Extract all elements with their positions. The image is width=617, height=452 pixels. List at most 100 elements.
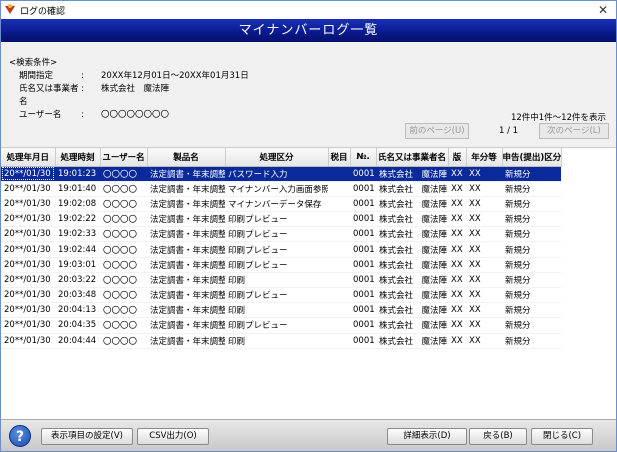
detail-view-button[interactable]: 詳細表示(D) bbox=[387, 428, 467, 445]
close-icon[interactable]: ✕ bbox=[598, 3, 608, 17]
criteria-row: 氏名又は事業者名: 株式会社 魔法陣 bbox=[9, 83, 249, 109]
column-header[interactable]: 氏名又は事業者名 bbox=[376, 148, 449, 167]
table-cell: 19:02:33 bbox=[55, 226, 100, 243]
close-button[interactable]: 閉じる(C) bbox=[531, 428, 593, 445]
table-cell: 法定調書・年末調整 bbox=[147, 196, 225, 213]
table-cell: 19:03:01 bbox=[55, 257, 100, 273]
table-cell: 株式会社 魔法陣 bbox=[376, 166, 448, 182]
table-cell: 株式会社 魔法陣 bbox=[376, 333, 448, 349]
table-cell: マイナンバー入力画面参照 bbox=[225, 181, 328, 197]
table-cell: 20**/01/30 bbox=[1, 257, 55, 273]
table-cell: 20**/01/30 bbox=[1, 317, 55, 334]
table-cell bbox=[328, 317, 350, 334]
criteria-heading: <検索条件> bbox=[9, 58, 58, 68]
table-cell: 印刷 bbox=[225, 333, 328, 349]
column-header[interactable]: 申告(提出)区分 bbox=[502, 148, 562, 167]
table-cell: 20**/01/30 bbox=[1, 333, 55, 349]
table-cell: 20:03:22 bbox=[55, 272, 100, 289]
table-cell: 0001 bbox=[350, 181, 376, 197]
table-row[interactable]: 20**/01/30 20:04:35 〇〇〇〇 法定調書・年末調整 印刷プレビュー 00… bbox=[1, 317, 561, 334]
table-cell: 0001 bbox=[350, 287, 376, 304]
table-cell: 0001 bbox=[350, 166, 376, 182]
table-cell: 株式会社 魔法陣 bbox=[376, 211, 448, 228]
table-cell bbox=[328, 166, 350, 182]
column-header[interactable]: 版 bbox=[448, 148, 467, 167]
table-cell: XX bbox=[448, 241, 466, 258]
table-cell: XX bbox=[466, 211, 502, 228]
table-cell: XX bbox=[466, 166, 502, 182]
table-cell bbox=[328, 181, 350, 197]
table-cell: XX bbox=[448, 196, 466, 213]
table-cell bbox=[328, 333, 350, 349]
table-cell: 〇〇〇〇 bbox=[100, 241, 147, 258]
table-cell: 0001 bbox=[350, 317, 376, 334]
table-cell: XX bbox=[466, 196, 502, 213]
help-icon[interactable]: ? bbox=[9, 425, 31, 447]
table-cell: 19:01:23 bbox=[55, 166, 100, 182]
table-cell: 株式会社 魔法陣 bbox=[376, 241, 448, 258]
table-cell: 新規分 bbox=[502, 196, 561, 213]
table-cell bbox=[328, 211, 350, 228]
table-row[interactable]: 20**/01/30 20:04:44 〇〇〇〇 法定調書・年末調整 印刷 0001 株式会… bbox=[1, 333, 561, 349]
table-cell: 法定調書・年末調整 bbox=[147, 166, 225, 182]
table-row[interactable]: 20**/01/30 19:02:08 〇〇〇〇 法定調書・年末調整 マイナンバーデータ… bbox=[1, 196, 561, 213]
table-row[interactable]: 20**/01/30 19:03:01 〇〇〇〇 法定調書・年末調整 印刷プレビュー 00… bbox=[1, 257, 561, 273]
table-cell: 19:02:44 bbox=[55, 241, 100, 258]
column-header[interactable]: 処理年月日 bbox=[1, 148, 56, 167]
column-header[interactable]: 税目 bbox=[328, 148, 351, 167]
table-cell: 20**/01/30 bbox=[1, 226, 55, 243]
page-info: 1 / 1 bbox=[499, 126, 519, 136]
back-button[interactable]: 戻る(B) bbox=[469, 428, 527, 445]
table-cell: 0001 bbox=[350, 211, 376, 228]
table-cell: 法定調書・年末調整 bbox=[147, 241, 225, 258]
csv-export-button[interactable]: CSV出力(O) bbox=[137, 428, 209, 445]
table-cell: 法定調書・年末調整 bbox=[147, 181, 225, 197]
table-cell: 印刷プレビュー bbox=[225, 317, 328, 334]
column-header[interactable]: 年分等 bbox=[466, 148, 503, 167]
table-cell: XX bbox=[466, 272, 502, 289]
log-table: 処理年月日 処理時刻 ユーザー名 製品名 処理区分 税目 №. 氏名又は事業者名版年分等 申告(… bbox=[1, 147, 616, 419]
criteria-colon: : bbox=[81, 110, 84, 120]
result-count: 12件中1件～12件を表示 bbox=[510, 113, 606, 123]
table-row[interactable]: 20**/01/30 20:03:48 〇〇〇〇 法定調書・年末調整 印刷プレビュー 00… bbox=[1, 287, 561, 304]
table-cell: 20:04:35 bbox=[55, 317, 100, 334]
table-cell: 株式会社 魔法陣 bbox=[376, 287, 448, 304]
table-cell: 0001 bbox=[350, 302, 376, 319]
table-row[interactable]: 20**/01/30 19:02:22 〇〇〇〇 法定調書・年末調整 印刷プレビュー 00… bbox=[1, 211, 561, 228]
column-header[interactable]: 製品名 bbox=[147, 148, 226, 167]
column-header[interactable]: 処理区分 bbox=[225, 148, 329, 167]
table-cell: XX bbox=[448, 226, 466, 243]
table-cell: 新規分 bbox=[502, 333, 561, 349]
prev-page-button[interactable]: 前のページ(U) bbox=[405, 123, 469, 139]
table-cell: XX bbox=[466, 317, 502, 334]
column-header[interactable]: №. bbox=[350, 148, 377, 167]
table-row[interactable]: 20**/01/30 19:02:33 〇〇〇〇 法定調書・年末調整 印刷プレビュー 00… bbox=[1, 226, 561, 243]
table-row[interactable]: 20**/01/30 20:04:13 〇〇〇〇 法定調書・年末調整 印刷 0001 株式会… bbox=[1, 302, 561, 319]
table-cell: XX bbox=[448, 317, 466, 334]
table-cell: 印刷 bbox=[225, 272, 328, 289]
column-header[interactable]: 処理時刻 bbox=[55, 148, 101, 167]
column-header[interactable]: ユーザー名 bbox=[100, 148, 148, 167]
table-cell: 法定調書・年末調整 bbox=[147, 257, 225, 273]
table-cell: 20**/01/30 bbox=[1, 302, 55, 319]
table-cell: 〇〇〇〇 bbox=[100, 226, 147, 243]
table-cell: パスワード入力 bbox=[225, 166, 328, 182]
next-page-button[interactable]: 次のページ(L) bbox=[539, 123, 609, 139]
table-cell: 新規分 bbox=[502, 287, 561, 304]
table-row[interactable]: 20**/01/30 20:03:22 〇〇〇〇 法定調書・年末調整 印刷 0001 株式会… bbox=[1, 272, 561, 289]
titlebar: ログの確認 ✕ bbox=[1, 1, 616, 19]
table-cell: 20**/01/30 bbox=[1, 241, 55, 258]
table-cell: 0001 bbox=[350, 241, 376, 258]
table-cell: 法定調書・年末調整 bbox=[147, 211, 225, 228]
column-settings-button[interactable]: 表示項目の設定(V) bbox=[41, 428, 133, 445]
criteria-colon: : bbox=[81, 84, 84, 94]
table-cell: 株式会社 魔法陣 bbox=[376, 181, 448, 197]
table-cell: XX bbox=[466, 181, 502, 197]
table-cell: 〇〇〇〇 bbox=[100, 302, 147, 319]
table-cell: 20:04:44 bbox=[55, 333, 100, 349]
table-row[interactable]: 20**/01/30 19:01:23 〇〇〇〇 法定調書・年末調整 パスワード入力 00… bbox=[1, 166, 561, 182]
log-window: ログの確認 ✕ マイナンバーログ一覧 <検索条件> 期間指定: 20XX年12月0… bbox=[0, 0, 617, 452]
table-row[interactable]: 20**/01/30 19:02:44 〇〇〇〇 法定調書・年末調整 印刷プレビュー 00… bbox=[1, 241, 561, 258]
table-cell: 新規分 bbox=[502, 226, 561, 243]
table-row[interactable]: 20**/01/30 19:01:40 〇〇〇〇 法定調書・年末調整 マイナンバー入力画… bbox=[1, 181, 561, 197]
